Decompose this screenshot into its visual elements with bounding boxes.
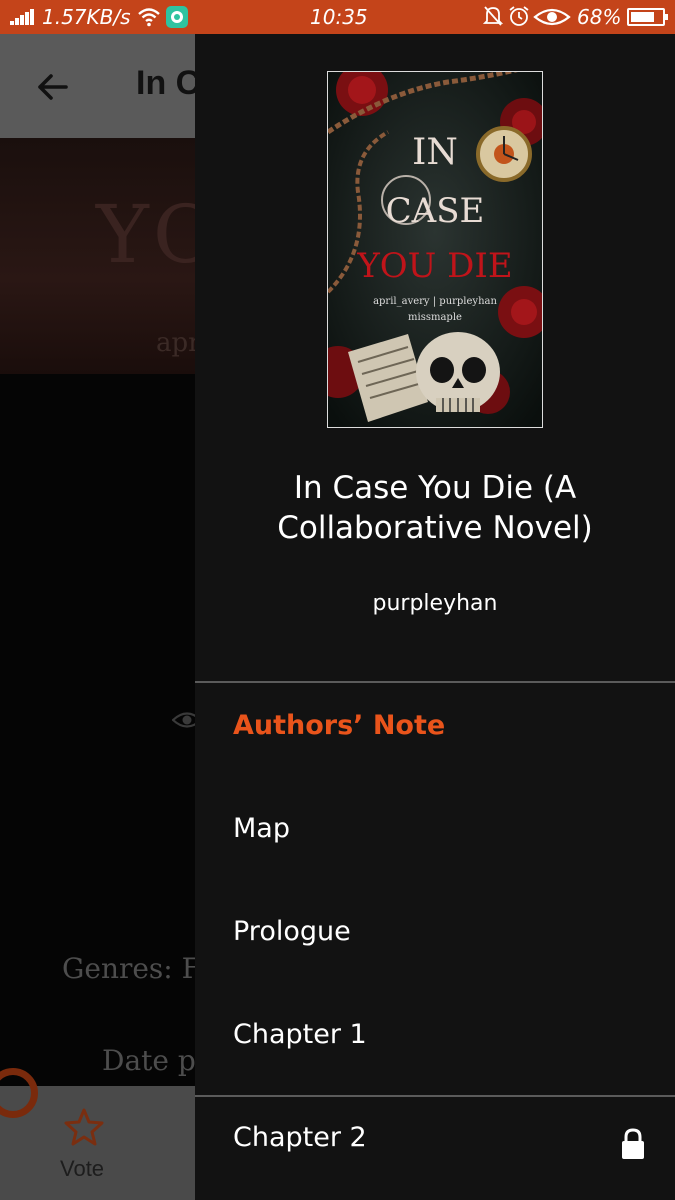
cover-banner-author: apr	[156, 328, 195, 358]
chapter-item-prologue[interactable]: Prologue	[195, 890, 675, 993]
back-arrow-icon[interactable]	[34, 68, 72, 106]
cover-authors-line2: missmaple	[408, 312, 462, 323]
status-bar: 1.57KB/s 10:35 68%	[0, 0, 675, 34]
chapter-label: Prologue	[233, 916, 351, 947]
bell-off-icon	[482, 5, 504, 32]
chapter-item-map[interactable]: Map	[195, 787, 675, 890]
wifi-icon	[138, 7, 160, 32]
chapter-label: Authors’ Note	[233, 710, 446, 741]
alarm-icon	[508, 5, 530, 32]
book-cover-image[interactable]: IN CASE YOU DIE april_avery | purpleyhan…	[327, 71, 543, 428]
chapter-item-authors-note[interactable]: Authors’ Note	[195, 684, 675, 787]
chapter-item-chapter-1[interactable]: Chapter 1	[195, 993, 675, 1096]
clock-time: 10:35	[310, 5, 368, 29]
cover-banner: YO apr	[0, 138, 195, 374]
chapter-item-chapter-2[interactable]: Chapter 2	[195, 1096, 675, 1199]
eye-comfort-icon	[533, 7, 571, 32]
cover-title-line1: IN	[412, 132, 458, 173]
date-published-text: Date p	[102, 1044, 196, 1077]
signal-icon	[10, 9, 34, 25]
genres-text: Genres: F	[62, 952, 202, 985]
cover-banner-title: YO	[96, 188, 195, 281]
divider	[195, 681, 675, 683]
cover-title-line3: YOU DIE	[356, 246, 512, 286]
page-title: In C	[136, 64, 201, 102]
battery-percent: 68%	[577, 5, 622, 29]
story-page-background[interactable]: In C YO apr Genres: F Date p Vote	[0, 34, 203, 1200]
battery-icon	[627, 8, 668, 26]
chapter-label: Chapter 1	[233, 1019, 367, 1050]
table-of-contents-drawer: IN CASE YOU DIE april_avery | purpleyhan…	[195, 34, 675, 1200]
screen: 1.57KB/s 10:35 68% In C YO apr Genres: F…	[0, 0, 675, 1200]
cover-authors-line: april_avery | purpleyhan	[373, 296, 497, 307]
network-speed: 1.57KB/s	[42, 5, 131, 29]
star-icon[interactable]	[64, 1108, 104, 1150]
app-notification-icon	[166, 6, 188, 28]
book-author[interactable]: purpleyhan	[195, 591, 675, 616]
lock-icon	[621, 1128, 645, 1160]
app-bar: In C	[0, 34, 200, 138]
vote-label[interactable]: Vote	[60, 1156, 104, 1182]
chapter-label: Map	[233, 813, 290, 844]
chapter-label: Chapter 2	[233, 1122, 367, 1153]
cover-title-line2: CASE	[386, 191, 485, 231]
book-title: In Case You Die (A Collaborative Novel)	[277, 470, 593, 546]
